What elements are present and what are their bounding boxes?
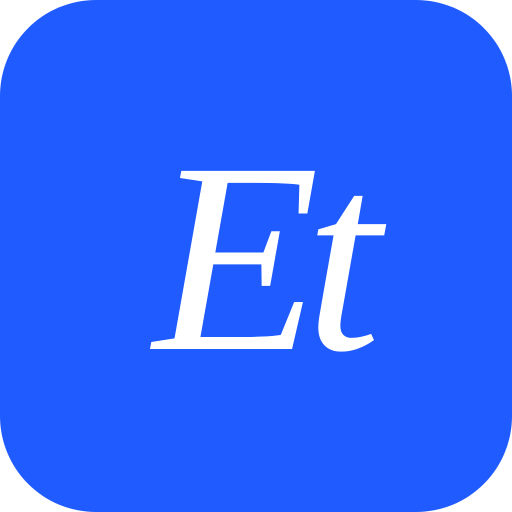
- app-icon: Et: [0, 0, 512, 512]
- app-icon-glyph: Et: [153, 107, 381, 408]
